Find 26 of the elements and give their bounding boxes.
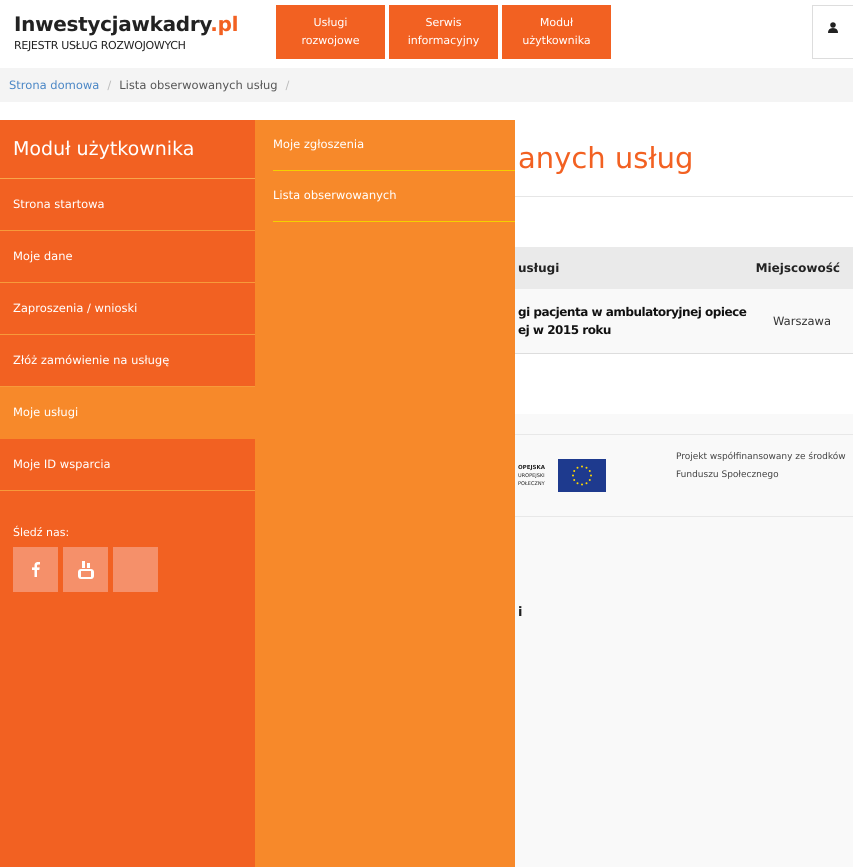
- breadcrumb-current: Lista obserwowanych usług: [119, 78, 278, 92]
- breadcrumb-link[interactable]: Strona domowa: [9, 78, 100, 92]
- funding-note: Projekt współfinansowany ze środków Funduszu Społecznego: [676, 450, 846, 482]
- footer-text: i: [518, 605, 523, 620]
- column-header: Miejscowość: [756, 261, 840, 275]
- breadcrumb-separator: /: [286, 78, 290, 92]
- follow-label: Śledź nas:: [13, 526, 70, 539]
- table-cell: Warszawa: [773, 314, 831, 328]
- submenu-item[interactable]: Lista obserwowanych: [273, 171, 515, 222]
- column-header: usługi: [518, 261, 560, 275]
- nav-button[interactable]: Usługi rozwojowe: [276, 5, 385, 59]
- facebook-icon: [32, 562, 40, 577]
- site-logo[interactable]: Inwestycjawkadry.pl: [14, 12, 276, 36]
- site-tagline: REJESTR USŁUG ROZWOJOWYCH: [14, 39, 187, 52]
- page-heading: anych usług: [518, 140, 694, 177]
- nav-button[interactable]: Serwis informacyjny: [389, 5, 498, 59]
- user-icon: [828, 22, 838, 33]
- service-title[interactable]: gi pacjenta w ambulatoryjnej opiece ej w 2015 roku: [518, 303, 746, 339]
- nav-button[interactable]: Moduł użytkownika: [502, 5, 611, 59]
- submenu-item[interactable]: Moje zgłoszenia: [273, 120, 515, 171]
- user-button[interactable]: [812, 5, 853, 59]
- breadcrumb-separator: /: [107, 78, 112, 92]
- youtube-button[interactable]: [63, 547, 108, 592]
- facebook-button[interactable]: [13, 547, 58, 592]
- sidebar-item[interactable]: Moje usługi: [0, 387, 255, 439]
- eu-flag-icon: [558, 459, 606, 492]
